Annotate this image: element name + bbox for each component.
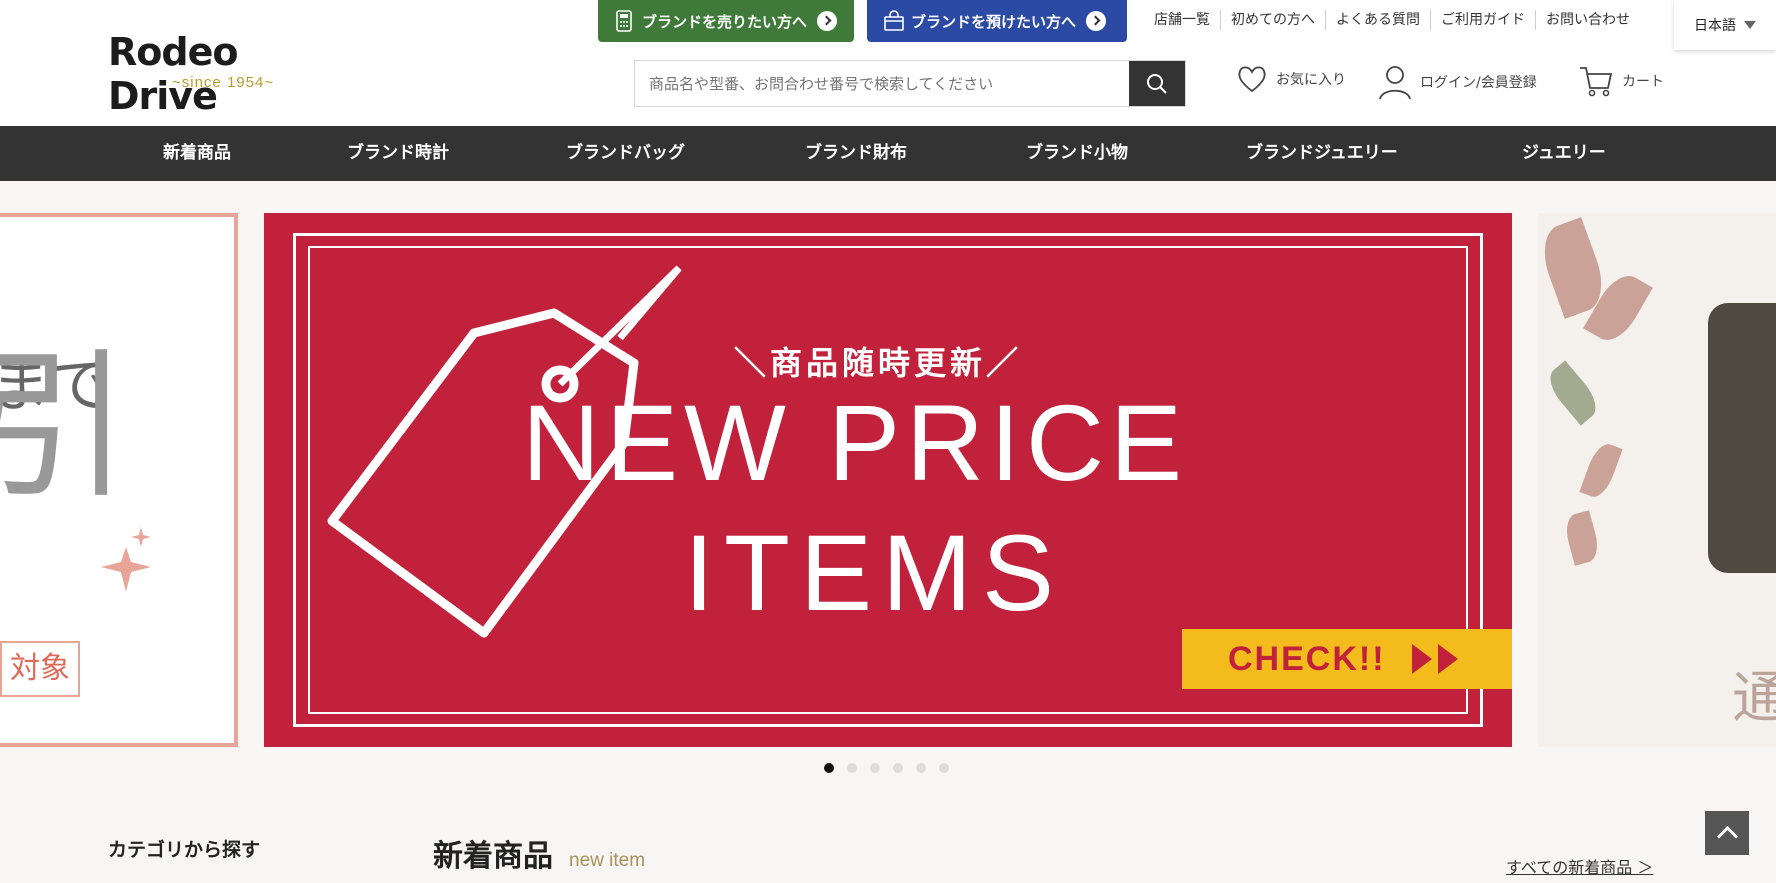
main-navigation: 新着商品 ブランド時計 ブランドバッグ ブランド財布 ブランド小物 ブランドジュ… bbox=[0, 126, 1776, 181]
new-items-section-title: 新着商品 new item bbox=[433, 831, 645, 875]
nav-item-accessories[interactable]: ブランド小物 bbox=[1026, 126, 1128, 181]
util-link-first-time[interactable]: 初めての方へ bbox=[1220, 10, 1325, 30]
search-icon bbox=[1147, 73, 1167, 94]
carousel-slide-active[interactable]: ＼商品随時更新／ NEW PRICE ITEMS CHECK!! bbox=[264, 213, 1512, 747]
search-button[interactable] bbox=[1129, 61, 1185, 106]
favorites-label: お気に入り bbox=[1276, 72, 1346, 88]
arrow-right-circle-icon bbox=[1086, 11, 1107, 31]
banner-check-label: CHECK!! bbox=[1228, 639, 1386, 678]
language-selector[interactable]: 日本語 bbox=[1674, 0, 1776, 50]
cart-label: カート bbox=[1622, 74, 1664, 90]
site-logo[interactable]: Rodeo Drive ~since 1954~ bbox=[108, 30, 358, 118]
carousel-slide-prev[interactable]: まで 引 対象 bbox=[0, 213, 238, 747]
nav-item-new-items[interactable]: 新着商品 bbox=[163, 126, 231, 181]
banner-subtitle: ＼商品随時更新／ bbox=[734, 344, 1023, 382]
leaf-decoration bbox=[1542, 360, 1604, 426]
utility-links: 店舗一覧 初めての方へ よくある質問 ご利用ガイド お問い合わせ bbox=[1150, 10, 1640, 30]
logo-tagline: ~since 1954~ bbox=[172, 74, 275, 91]
search-bar bbox=[634, 60, 1186, 107]
banner-title-line1: NEW PRICE bbox=[522, 382, 1189, 503]
leaf-decoration bbox=[1562, 510, 1602, 566]
new-items-subtitle-en: new item bbox=[569, 850, 646, 871]
carousel-dot[interactable] bbox=[870, 763, 880, 773]
user-icon bbox=[1379, 66, 1411, 100]
caret-down-icon bbox=[1744, 21, 1756, 29]
play-icon bbox=[1437, 644, 1458, 674]
nav-item-jewelry[interactable]: ジュエリー bbox=[1522, 126, 1606, 181]
consign-brand-label: ブランドを預けたい方へ bbox=[911, 12, 1077, 31]
sparkle-icon bbox=[101, 527, 151, 592]
slide-prev-tag: 対象 bbox=[0, 641, 80, 697]
carousel-dot[interactable] bbox=[847, 763, 857, 773]
language-label: 日本語 bbox=[1694, 18, 1736, 34]
favorites-link[interactable]: お気に入り bbox=[1236, 64, 1346, 94]
carousel-dot[interactable] bbox=[893, 763, 903, 773]
cart-icon bbox=[1580, 67, 1613, 97]
hero-section: まで 引 対象 ＼商品随時更新／ NEW PRICE ITEMS CHECK!!… bbox=[0, 181, 1776, 883]
util-link-stores[interactable]: 店舗一覧 bbox=[1150, 10, 1220, 30]
nav-item-watches[interactable]: ブランド時計 bbox=[347, 126, 449, 181]
util-link-faq[interactable]: よくある質問 bbox=[1325, 10, 1430, 30]
cart-link[interactable]: カート bbox=[1578, 64, 1664, 98]
site-header: Rodeo Drive ~since 1954~ ブランドを売りたい方へ ブラン… bbox=[0, 0, 1776, 126]
carousel-dot[interactable] bbox=[916, 763, 926, 773]
util-link-contact[interactable]: お問い合わせ bbox=[1535, 10, 1640, 30]
nav-item-wallets[interactable]: ブランド財布 bbox=[805, 126, 907, 181]
scroll-to-top-button[interactable] bbox=[1705, 811, 1749, 855]
arrow-right-circle-icon bbox=[817, 11, 838, 31]
new-items-title: 新着商品 bbox=[433, 839, 553, 874]
banner-title-line2: ITEMS bbox=[684, 512, 1065, 633]
nav-item-bags[interactable]: ブランドバッグ bbox=[566, 126, 685, 181]
carousel-dot[interactable] bbox=[939, 763, 949, 773]
shopping-bag-icon bbox=[883, 10, 904, 32]
calculator-icon bbox=[614, 10, 634, 32]
play-icon bbox=[1411, 644, 1432, 674]
sell-brand-label: ブランドを売りたい方へ bbox=[642, 12, 808, 31]
sell-brand-button[interactable]: ブランドを売りたい方へ bbox=[598, 0, 854, 42]
nav-item-brand-jewelry[interactable]: ブランドジュエリー bbox=[1246, 126, 1398, 181]
login-label: ログイン/会員登録 bbox=[1420, 75, 1537, 91]
category-section-title: カテゴリから探す bbox=[108, 839, 261, 861]
slide-prev-big-text: 引 bbox=[0, 333, 131, 520]
carousel-slide-next[interactable]: 通 bbox=[1538, 213, 1776, 747]
login-link[interactable]: ログイン/会員登録 bbox=[1378, 64, 1537, 100]
handbag-image bbox=[1708, 303, 1776, 573]
all-new-items-link[interactable]: すべての新着商品 ＞ bbox=[1506, 854, 1653, 878]
leaf-decoration bbox=[1579, 440, 1623, 501]
search-input[interactable] bbox=[635, 61, 1129, 106]
heart-icon bbox=[1238, 66, 1266, 93]
banner-check-button[interactable]: CHECK!! bbox=[1182, 629, 1512, 689]
consign-brand-button[interactable]: ブランドを預けたい方へ bbox=[867, 0, 1127, 42]
carousel-dot[interactable] bbox=[824, 763, 834, 773]
util-link-guide[interactable]: ご利用ガイド bbox=[1430, 10, 1535, 30]
slide-next-text: 通 bbox=[1732, 666, 1776, 731]
carousel-pagination bbox=[824, 763, 962, 773]
